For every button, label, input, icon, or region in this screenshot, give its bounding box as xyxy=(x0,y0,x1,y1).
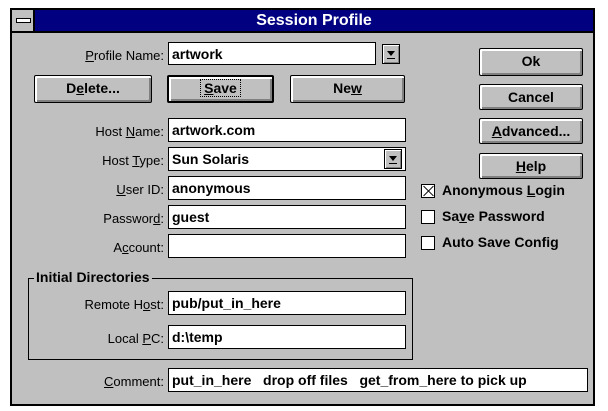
auto-save-config-label[interactable]: Auto Save Config xyxy=(442,234,559,250)
remote-host-input[interactable]: pub/put_in_here xyxy=(168,291,406,315)
chevron-down-icon xyxy=(387,51,395,56)
profile-name-combo[interactable]: artwork xyxy=(168,42,376,65)
save-button[interactable]: Save xyxy=(167,75,274,103)
chevron-down-icon xyxy=(389,156,397,161)
host-name-label: Host Name: xyxy=(95,124,164,139)
auto-save-config-checkbox[interactable] xyxy=(421,236,435,250)
system-menu-button[interactable] xyxy=(12,10,35,31)
comment-label: Comment: xyxy=(104,374,164,389)
save-password-label[interactable]: Save Password xyxy=(442,208,545,224)
password-label: Password: xyxy=(103,211,164,226)
comment-input[interactable]: put_in_here drop off files get_from_here… xyxy=(168,368,588,392)
window-title: Session Profile xyxy=(256,12,372,29)
ok-button[interactable]: Ok xyxy=(479,48,583,76)
host-name-input[interactable]: artwork.com xyxy=(168,118,406,142)
host-type-label: Host Type: xyxy=(102,153,164,168)
title-bar: Session Profile xyxy=(12,10,593,33)
account-input[interactable] xyxy=(168,234,406,258)
initial-directories-title: Initial Directories xyxy=(34,269,152,285)
local-pc-label: Local PC: xyxy=(107,331,164,346)
user-id-label: User ID: xyxy=(116,182,164,197)
remote-host-label: Remote Host: xyxy=(84,297,165,312)
session-profile-window: Session Profile Profile Name: artwork De… xyxy=(10,8,595,406)
help-button[interactable]: Help xyxy=(479,153,583,179)
anonymous-login-checkbox[interactable] xyxy=(421,184,435,198)
cancel-button[interactable]: Cancel xyxy=(479,84,583,110)
user-id-input[interactable]: anonymous xyxy=(168,176,406,200)
delete-button[interactable]: Delete... xyxy=(34,75,152,103)
host-type-dropdown-button[interactable] xyxy=(384,149,402,169)
advanced-button[interactable]: Advanced... xyxy=(479,118,583,144)
system-menu-icon xyxy=(16,18,31,23)
password-input[interactable]: guest xyxy=(168,205,406,229)
save-password-checkbox[interactable] xyxy=(421,210,435,224)
profile-dropdown-button[interactable] xyxy=(382,44,400,64)
anonymous-login-label[interactable]: Anonymous Login xyxy=(442,182,565,198)
new-button[interactable]: New xyxy=(290,75,405,103)
host-type-select[interactable]: Sun Solaris xyxy=(168,147,406,171)
account-label: Account: xyxy=(113,240,164,255)
profile-name-label: Profile Name: xyxy=(85,48,164,63)
local-pc-input[interactable]: d:\temp xyxy=(168,325,406,349)
